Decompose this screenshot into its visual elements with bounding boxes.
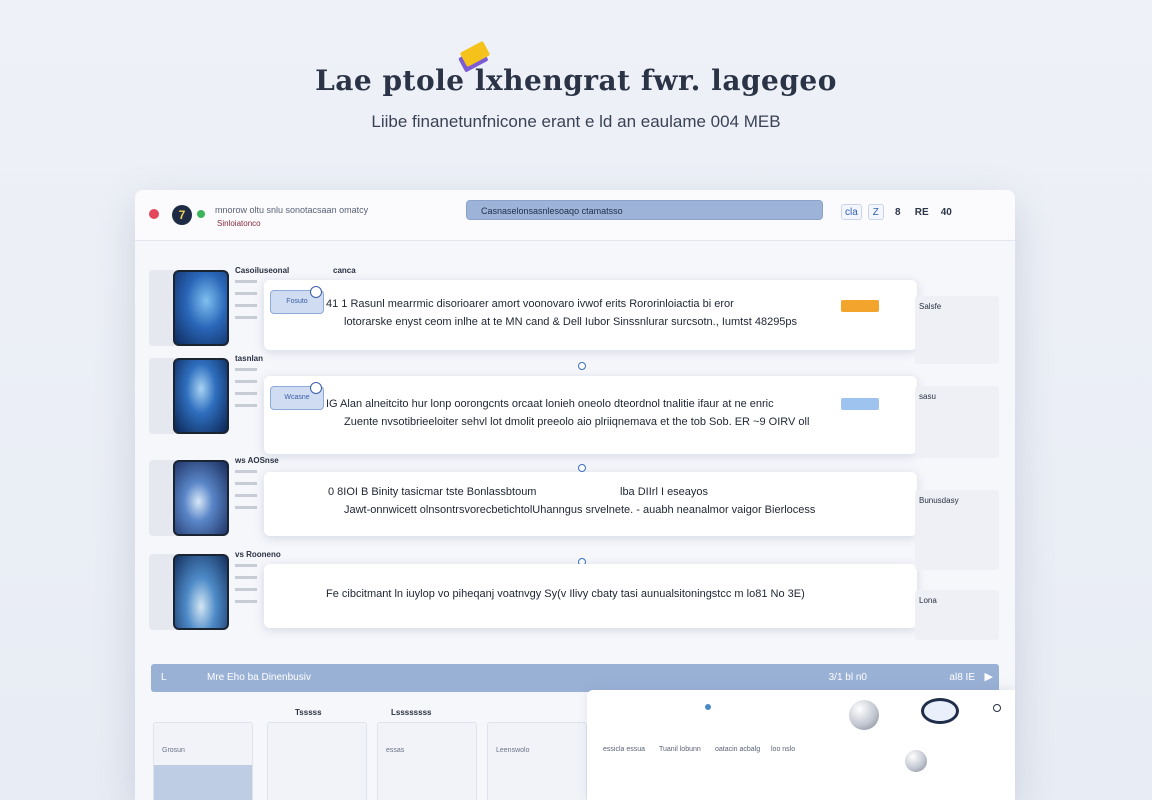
app-avatar[interactable]: 7 — [172, 205, 192, 225]
tile[interactable] — [267, 722, 367, 800]
hero-title: Lae ptole lxhengrat fwr. lagegeo — [315, 64, 837, 97]
settings-dot-icon[interactable] — [993, 704, 1001, 712]
title-bar: 7 mnorow oltu snlu sonotacsaan omatcy Si… — [135, 190, 1015, 241]
status-tag — [841, 398, 879, 410]
toolbar-button-z[interactable]: Z — [867, 204, 884, 220]
tile-strip: Grosun Tsssss Lssssssss essas Leenswolo — [149, 708, 589, 800]
tile[interactable]: Grosun — [153, 722, 253, 800]
timeline-bar[interactable]: L Mre Eho ba Dinenbusiv 3/1 bl n0 al8 IE… — [151, 664, 999, 692]
row-title: vs Rooneno — [235, 550, 281, 559]
search-input[interactable]: Casnaselonsasnlesoaqo ctamatsso — [466, 200, 823, 220]
panel-column: oatacin acbalg — [715, 746, 761, 753]
card-text-line-2: lotorarske enyst ceom inlhe at te MN can… — [344, 316, 798, 328]
tile-label: Tsssss — [295, 708, 322, 717]
phone-thumbnail-image — [173, 270, 229, 346]
message-card[interactable]: Fe cibcitmant ln iuylop vo piheqanj voat… — [264, 564, 917, 628]
breadcrumb-sub[interactable]: Sinloiatonco — [217, 219, 261, 228]
sidebar-card[interactable]: Lona — [915, 590, 999, 640]
row-title: ws AOSnse — [235, 456, 279, 465]
tile-label: Lssssssss — [391, 708, 432, 717]
toolbar-button-re[interactable]: RE — [912, 204, 932, 220]
timeline-counter: 3/1 bl n0 — [828, 672, 867, 683]
row-meta-lines — [235, 368, 261, 416]
card-text-line-1: 0 8IOI B Binity tasicmar tste Bonlassbto… — [328, 486, 537, 498]
play-icon[interactable]: ▶ — [985, 670, 993, 683]
tile-text: Grosun — [162, 747, 185, 754]
app-window: 7 mnorow oltu snlu sonotacsaan omatcy Si… — [135, 190, 1015, 800]
badge-icon — [310, 382, 322, 394]
controls-panel: essicla essua Tuanil lobunn oatacin acba… — [587, 690, 1015, 800]
card-text-line-1: IG Alan alneitcito hur lonp oorongcnts o… — [326, 398, 774, 410]
toolbar-button-8[interactable]: 8 — [890, 204, 906, 220]
sidebar-card[interactable]: sasu — [915, 386, 999, 458]
control-knob[interactable] — [849, 700, 879, 730]
panel-column: loo nslo — [771, 746, 796, 753]
message-card[interactable]: Fosuto 41 1 Rasunl mearrmic disorioarer … — [264, 280, 917, 350]
message-card[interactable]: 0 8IOI B Binity tasicmar tste Bonlassbto… — [264, 472, 917, 536]
message-list: Casoiluseonal canca Fosuto 41 1 Rasunl m… — [135, 242, 1015, 647]
zoom-window-button[interactable] — [197, 210, 205, 218]
sidebar-card[interactable]: Bunusdasy — [915, 490, 999, 570]
toolbar-button-40[interactable]: 40 — [938, 204, 955, 220]
status-tag — [841, 300, 879, 312]
badge-icon — [310, 286, 322, 298]
row-meta-lines — [235, 280, 261, 328]
phone-thumbnail-image — [173, 460, 229, 536]
close-window-button[interactable] — [149, 209, 159, 219]
breadcrumb: mnorow oltu snlu sonotacsaan omatcy — [215, 205, 369, 215]
tile[interactable]: essas — [377, 722, 477, 800]
timeline-label: Mre Eho ba Dinenbusiv — [207, 672, 311, 683]
timeline-tools[interactable]: al8 IE — [949, 672, 975, 683]
tile-text: Leenswolo — [496, 747, 530, 754]
row-title: tasnlan — [235, 354, 264, 363]
panel-column: essicla essua — [603, 746, 646, 753]
toolbar-button-cla[interactable]: cla — [841, 204, 862, 220]
card-text-line-2: Jawt-onnwicett olnsontrsvorecbetichtolUh… — [344, 504, 816, 516]
phone-thumbnail-image — [173, 554, 229, 630]
card-text-line-1b: lba DIIrl I eseayos — [620, 486, 709, 498]
toolbar: cla Z 8 RE 40 — [841, 204, 955, 220]
sidebar-card[interactable]: Salsfe — [915, 296, 999, 364]
row-title-secondary: canca — [333, 266, 356, 275]
control-knob[interactable] — [905, 750, 927, 772]
indicator-dot-icon — [705, 704, 711, 710]
connector-node-icon — [578, 464, 586, 472]
row-title: Casoiluseonal — [235, 266, 290, 275]
row-meta-lines — [235, 470, 261, 518]
panel-column: Tuanil lobunn — [659, 746, 701, 753]
card-text-line-1: 41 1 Rasunl mearrmic disorioarer amort v… — [326, 298, 734, 310]
timeline-marker: L — [161, 672, 167, 683]
card-text-line-2: Zuente nvsotibrieeloiter sehvl lot dmoli… — [344, 416, 810, 428]
row-meta-lines — [235, 564, 261, 612]
tile[interactable]: Leenswolo — [487, 722, 587, 800]
toggle-ring-icon[interactable] — [921, 698, 959, 724]
phone-thumbnail-image — [173, 358, 229, 434]
hero-subtitle: Liibe finanetunfnicone erant e ld an eau… — [371, 112, 781, 131]
tile-text: essas — [386, 747, 405, 754]
message-card[interactable]: Wcasne IG Alan alneitcito hur lonp ooron… — [264, 376, 917, 454]
card-text-line-1: Fe cibcitmant ln iuylop vo piheqanj voat… — [326, 588, 805, 600]
connector-node-icon — [578, 362, 586, 370]
